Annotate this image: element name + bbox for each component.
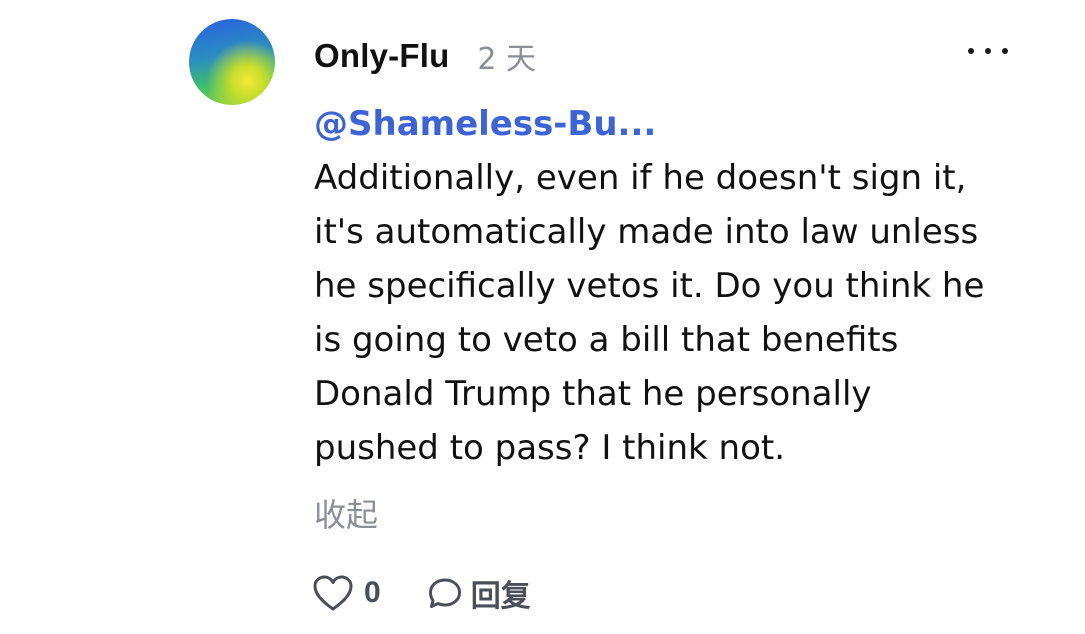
comment-body: @Shameless-Bu... Additionally, even if h… <box>314 97 1034 475</box>
reply-label: 回复 <box>470 579 531 614</box>
avatar[interactable] <box>189 19 275 105</box>
comment-text: Additionally, even if he doesn't sign it… <box>314 158 985 468</box>
speech-bubble-icon <box>427 576 463 610</box>
collapse-button[interactable]: 收起 <box>314 490 378 536</box>
like-count: 0 <box>364 576 381 609</box>
author-name[interactable]: Only-Flu <box>314 37 449 75</box>
reply-button[interactable]: 回复 <box>427 571 531 615</box>
more-dot-icon <box>1002 48 1008 54</box>
timestamp: 2 天 <box>477 42 537 77</box>
heart-outline-icon <box>312 574 354 612</box>
more-options-button[interactable] <box>968 36 1008 66</box>
more-dot-icon <box>968 48 974 54</box>
like-button[interactable]: 0 <box>312 574 381 612</box>
more-dot-icon <box>985 48 991 54</box>
comment-actions: 0 回复 <box>312 568 531 618</box>
comment-header: Only-Flu 2 天 <box>314 34 536 78</box>
mention-link[interactable]: @Shameless-Bu... <box>314 97 1034 151</box>
